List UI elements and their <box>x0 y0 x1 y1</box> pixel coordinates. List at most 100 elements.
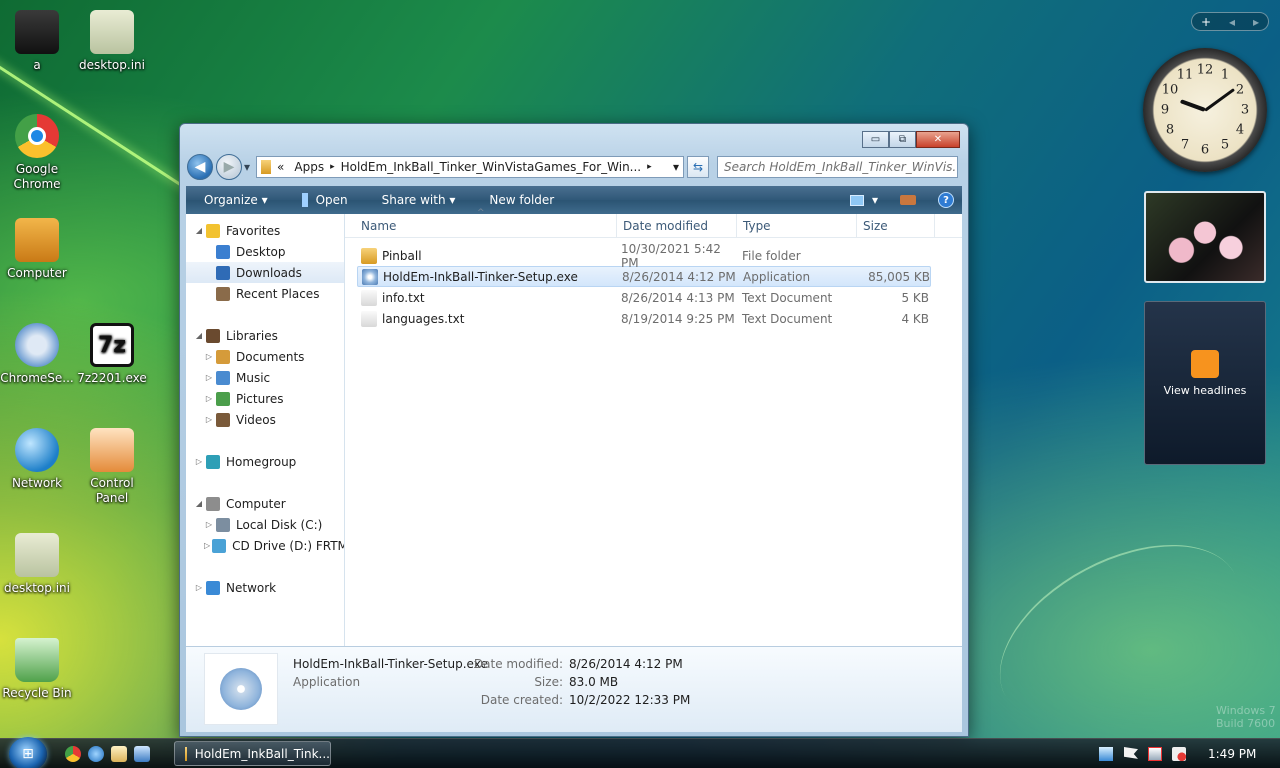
expand-arrow-icon[interactable]: ▷ <box>204 415 214 424</box>
file-list[interactable]: Name ^ Date modified Type Size Pinball 10… <box>345 208 962 646</box>
clock-gadget[interactable]: 12 1 2 3 4 5 6 7 8 9 10 11 <box>1143 48 1267 172</box>
minimize-button[interactable]: ▭ <box>862 131 889 148</box>
view-options-dropdown[interactable]: ▾ <box>872 193 878 207</box>
open-button[interactable]: Open <box>284 186 364 214</box>
breadcrumb-current-folder[interactable]: HoldEm_InkBall_Tinker_WinVistaGames_For_… <box>341 160 642 174</box>
chrome-quicklaunch-icon[interactable] <box>65 746 81 762</box>
navigation-pane[interactable]: ◢ Favorites Desktop Downloads Recent Places ◢… <box>186 214 345 646</box>
clock-number: 5 <box>1220 137 1230 153</box>
action-center-flag-icon[interactable] <box>1124 747 1138 759</box>
search-input[interactable]: Search HoldEm_InkBall_Tinker_WinVis... ⌕ <box>717 156 959 178</box>
clock-number: 9 <box>1160 102 1170 118</box>
address-overflow-chevrons[interactable]: « <box>277 160 284 174</box>
gadget-toolbar: + ◂ ▸ <box>1191 12 1269 31</box>
desktop-icon-desktop-ini[interactable]: desktop.ini <box>75 10 149 73</box>
nav-item-network[interactable]: ▷ Network <box>186 577 344 598</box>
recycle-bin-icon <box>15 638 59 682</box>
breadcrumb-apps[interactable]: Apps <box>294 160 324 174</box>
desktop-icon-desktop-ini-2[interactable]: desktop.ini <box>0 533 74 596</box>
slideshow-gadget[interactable] <box>1144 191 1266 283</box>
expand-arrow-icon[interactable]: ▷ <box>204 520 214 529</box>
desktop-icon-google-chrome[interactable]: Google Chrome <box>0 114 74 192</box>
desktop-icon-7zip[interactable]: 7z 7z2201.exe <box>75 323 149 386</box>
nav-item-documents[interactable]: ▷ Documents <box>186 346 344 367</box>
desktop-icon-control-panel[interactable]: Control Panel <box>75 428 149 506</box>
column-header-size[interactable]: Size <box>857 214 935 237</box>
taskbar: ⊞ HoldEm_InkBall_Tink... 1:49 PM <box>0 737 1280 768</box>
installer-icon <box>220 668 262 710</box>
recent-pages-button[interactable]: ▾ <box>244 160 250 174</box>
file-row[interactable]: languages.txt 8/19/2014 9:25 PM Text Docum… <box>357 308 931 329</box>
organize-menu[interactable]: Organize ▾ <box>186 186 284 214</box>
expand-arrow-icon[interactable]: ▷ <box>204 541 210 550</box>
internet-explorer-icon[interactable] <box>88 746 104 762</box>
breadcrumb-separator[interactable]: ▸ <box>330 162 335 172</box>
network-tray-icon[interactable] <box>1099 747 1113 761</box>
forward-button[interactable]: ▶ <box>216 154 242 180</box>
details-size-label: Size: <box>534 675 563 689</box>
nav-item-favorites[interactable]: ◢ Favorites <box>186 220 344 241</box>
taskbar-button-explorer[interactable]: HoldEm_InkBall_Tink... <box>174 741 331 766</box>
desktop-icon-chromesetup[interactable]: ChromeSe... <box>0 323 74 386</box>
expand-arrow-icon[interactable]: ▷ <box>204 352 214 361</box>
nav-item-cd-drive-d-frtme[interactable]: ▷ CD Drive (D:) FRTME <box>186 535 344 556</box>
nav-item-downloads[interactable]: Downloads <box>186 262 344 283</box>
address-dropdown-button[interactable]: ▾ <box>673 160 679 174</box>
nav-item-music[interactable]: ▷ Music <box>186 367 344 388</box>
system-clock[interactable]: 1:49 PM <box>1208 747 1256 761</box>
collapse-arrow-icon[interactable]: ◢ <box>194 226 204 235</box>
show-desktop-icon[interactable] <box>134 746 150 762</box>
desktop-icon-network[interactable]: Network <box>0 428 74 491</box>
back-button[interactable]: ◀ <box>187 154 213 180</box>
gadget-prev-button[interactable]: ◂ <box>1229 15 1235 29</box>
nav-item-libraries[interactable]: ◢ Libraries <box>186 325 344 346</box>
change-view-icon[interactable] <box>849 194 864 206</box>
start-button[interactable]: ⊞ <box>9 737 47 768</box>
nav-item-computer[interactable]: ◢ Computer <box>186 493 344 514</box>
preview-pane-icon[interactable] <box>900 195 916 205</box>
close-button[interactable]: ✕ <box>916 131 960 148</box>
collapse-arrow-icon[interactable]: ◢ <box>194 499 204 508</box>
nav-item-desktop[interactable]: Desktop <box>186 241 344 262</box>
refresh-button[interactable]: ⇆ <box>687 156 710 178</box>
add-gadget-button[interactable]: + <box>1201 15 1211 29</box>
volume-muted-icon[interactable] <box>1172 747 1186 761</box>
gadget-next-button[interactable]: ▸ <box>1253 15 1259 29</box>
column-headers: Name ^ Date modified Type Size <box>345 208 962 238</box>
file-row[interactable]: info.txt 8/26/2014 4:13 PM Text Document 5 … <box>357 287 931 308</box>
new-folder-button[interactable]: New folder <box>471 186 570 214</box>
clock-number: 12 <box>1196 62 1214 78</box>
nav-item-pictures[interactable]: ▷ Pictures <box>186 388 344 409</box>
nav-item-local-disk-c[interactable]: ▷ Local Disk (C:) <box>186 514 344 535</box>
desktop-icon-recycle-bin[interactable]: Recycle Bin <box>0 638 74 701</box>
expand-arrow-icon[interactable]: ▷ <box>204 394 214 403</box>
column-header-name[interactable]: Name ^ <box>345 208 617 237</box>
nav-item-homegroup[interactable]: ▷ Homegroup <box>186 451 344 472</box>
network-disconnected-icon[interactable] <box>1148 747 1162 761</box>
desktop-icon-a[interactable]: a <box>0 10 74 73</box>
file-row[interactable]: Pinball 10/30/2021 5:42 PM File folder <box>357 242 931 270</box>
maximize-button[interactable]: ⧉ <box>889 131 916 148</box>
control-panel-icon <box>90 428 134 472</box>
expand-arrow-icon[interactable]: ▷ <box>204 373 214 382</box>
nav-item-recent-places[interactable]: Recent Places <box>186 283 344 304</box>
feed-headlines-gadget[interactable]: View headlines <box>1144 301 1266 465</box>
nav-item-videos[interactable]: ▷ Videos <box>186 409 344 430</box>
help-icon[interactable]: ? <box>938 192 954 208</box>
expand-arrow-icon[interactable]: ▷ <box>194 583 204 592</box>
address-bar[interactable]: « Apps ▸ HoldEm_InkBall_Tinker_WinVistaG… <box>256 156 685 178</box>
collapse-arrow-icon[interactable]: ◢ <box>194 331 204 340</box>
breadcrumb-separator[interactable]: ▸ <box>647 162 652 172</box>
file-row[interactable]: HoldEm-InkBall-Tinker-Setup.exe 8/26/2014… <box>357 266 931 287</box>
file-type: Text Document <box>742 290 833 305</box>
share-with-menu[interactable]: Share with ▾ <box>364 186 472 214</box>
column-header-date-modified[interactable]: Date modified <box>617 214 737 237</box>
expand-arrow-icon[interactable]: ▷ <box>194 457 204 466</box>
desktop-icon-computer[interactable]: Computer <box>0 218 74 281</box>
column-header-type[interactable]: Type <box>737 214 857 237</box>
view-headlines-label[interactable]: View headlines <box>1145 384 1265 397</box>
folder-quicklaunch-icon[interactable] <box>111 746 127 762</box>
